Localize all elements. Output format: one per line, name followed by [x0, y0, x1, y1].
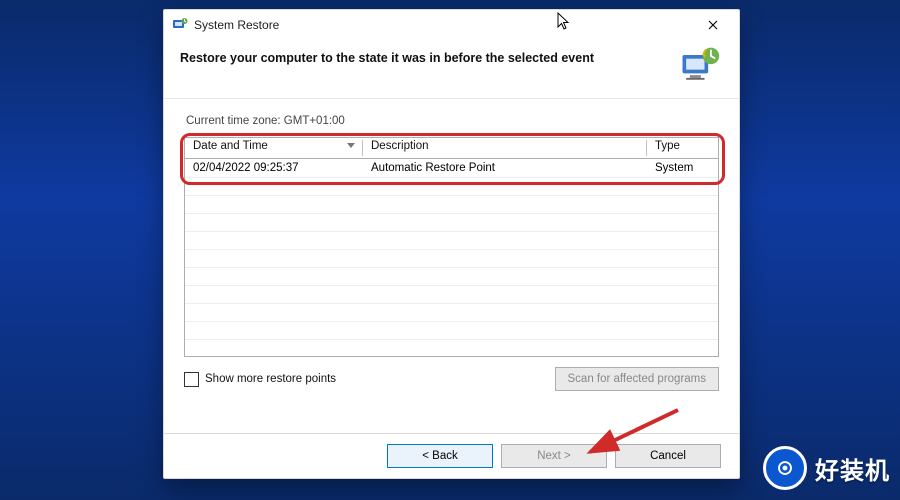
- options-row: Show more restore points Scan for affect…: [184, 367, 719, 395]
- app-icon: [172, 17, 188, 33]
- watermark-badge-icon: [763, 446, 807, 490]
- scan-affected-button: Scan for affected programs: [555, 367, 720, 391]
- desktop-background: System Restore Restore your computer to …: [0, 0, 900, 500]
- headline-text: Restore your computer to the state it wa…: [180, 46, 594, 67]
- close-icon: [708, 20, 718, 30]
- table-empty-grid: [185, 177, 718, 355]
- back-button[interactable]: < Back: [387, 444, 493, 468]
- restore-hero-icon: [677, 44, 721, 88]
- close-button[interactable]: [690, 11, 735, 39]
- col-header-datetime-label: Date and Time: [193, 140, 268, 152]
- table-row[interactable]: 02/04/2022 09:25:37 Automatic Restore Po…: [185, 159, 718, 177]
- titlebar[interactable]: System Restore: [164, 10, 739, 40]
- system-restore-dialog: System Restore Restore your computer to …: [163, 9, 740, 479]
- col-header-type-label: Type: [655, 140, 680, 152]
- table-body: 02/04/2022 09:25:37 Automatic Restore Po…: [185, 159, 718, 355]
- col-header-description[interactable]: Description: [363, 138, 647, 158]
- dialog-header: Restore your computer to the state it wa…: [164, 40, 739, 98]
- show-more-checkbox-label: Show more restore points: [205, 373, 336, 385]
- table-header-row: Date and Time Description Type: [185, 138, 718, 159]
- cell-description: Automatic Restore Point: [363, 162, 647, 174]
- watermark: 好装机: [763, 446, 890, 490]
- restore-points-table[interactable]: Date and Time Description Type 02/04/202…: [184, 137, 719, 357]
- col-header-description-label: Description: [371, 140, 429, 152]
- watermark-text: 好装机: [815, 451, 890, 486]
- checkbox-box-icon: [184, 372, 199, 387]
- window-title: System Restore: [194, 18, 279, 32]
- dialog-footer: < Back Next > Cancel: [164, 434, 739, 478]
- timezone-label: Current time zone: GMT+01:00: [186, 115, 719, 127]
- dialog-body: Current time zone: GMT+01:00 Date and Ti…: [164, 111, 739, 423]
- col-header-datetime[interactable]: Date and Time: [185, 138, 363, 158]
- sort-indicator-icon: [347, 143, 355, 148]
- header-separator: [164, 98, 739, 99]
- show-more-checkbox[interactable]: Show more restore points: [184, 372, 336, 387]
- cell-type: System: [647, 162, 718, 174]
- next-button: Next >: [501, 444, 607, 468]
- cancel-button[interactable]: Cancel: [615, 444, 721, 468]
- cell-datetime: 02/04/2022 09:25:37: [185, 162, 363, 174]
- col-header-type[interactable]: Type: [647, 138, 718, 158]
